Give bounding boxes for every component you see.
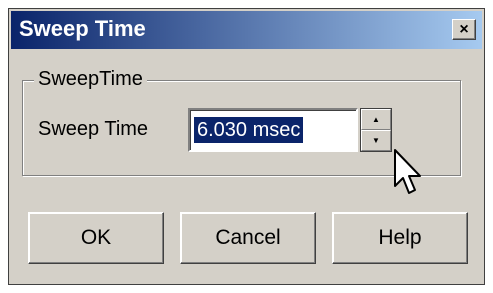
sweep-time-value[interactable]: 6.030 msec xyxy=(194,117,304,143)
sweep-time-spinner[interactable]: ▲ ▼ xyxy=(360,108,392,152)
sweep-time-label: Sweep Time xyxy=(38,118,149,140)
mouse-pointer-icon xyxy=(394,149,421,194)
title-bar[interactable]: Sweep Time × xyxy=(11,11,482,49)
cancel-button[interactable]: Cancel xyxy=(180,212,316,264)
arrow-down-icon: ▼ xyxy=(372,136,380,145)
close-icon: × xyxy=(459,21,469,38)
ok-button[interactable]: OK xyxy=(28,212,164,264)
spinner-down-button[interactable]: ▼ xyxy=(361,130,391,151)
dialog-title: Sweep Time xyxy=(19,16,146,41)
arrow-up-icon: ▲ xyxy=(372,115,380,124)
spinner-up-button[interactable]: ▲ xyxy=(361,109,391,130)
help-button[interactable]: Help xyxy=(332,212,468,264)
groupbox-label: SweepTime xyxy=(34,68,147,91)
close-button[interactable]: × xyxy=(452,19,476,40)
sweep-time-input[interactable]: 6.030 msec xyxy=(188,108,358,152)
